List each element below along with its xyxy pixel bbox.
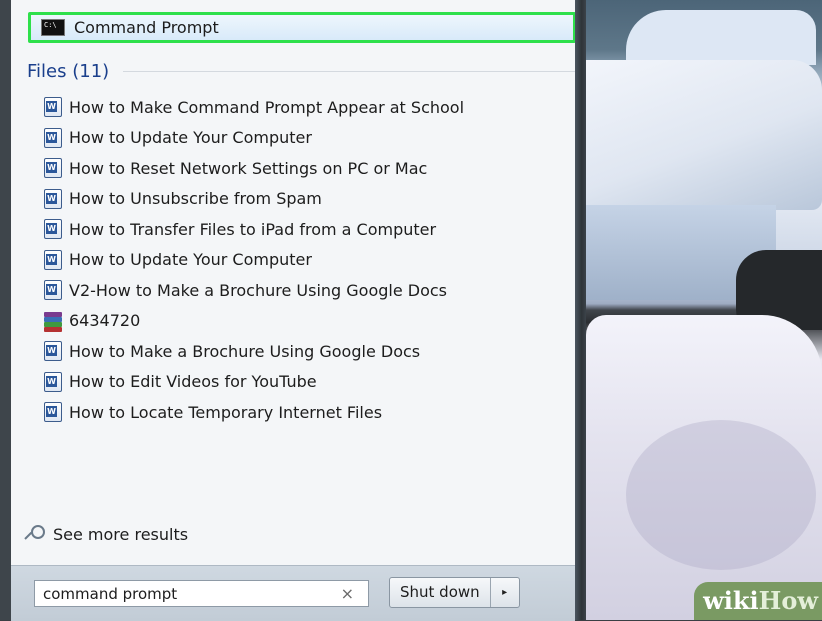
see-more-results-link[interactable]: See more results <box>24 524 189 544</box>
file-result-item[interactable]: How to Update Your Computer <box>44 123 564 154</box>
search-input[interactable] <box>43 584 313 603</box>
file-result-label: How to Make a Brochure Using Google Docs <box>69 341 421 361</box>
file-result-label: How to Unsubscribe from Spam <box>69 189 322 209</box>
wikihow-watermark: wikiHow <box>694 582 822 620</box>
archive-icon <box>44 311 62 332</box>
word-document-icon <box>44 158 62 179</box>
file-result-item[interactable]: V2-How to Make a Brochure Using Google D… <box>44 275 564 306</box>
command-prompt-result[interactable]: Command Prompt <box>28 12 576 43</box>
file-result-item[interactable]: How to Reset Network Settings on PC or M… <box>44 153 564 184</box>
file-result-item[interactable]: How to Unsubscribe from Spam <box>44 184 564 215</box>
search-box[interactable]: × <box>34 580 369 607</box>
file-result-label: V2-How to Make a Brochure Using Google D… <box>69 280 448 300</box>
files-section-title: Files (11) <box>27 60 110 82</box>
word-document-icon <box>44 219 62 240</box>
file-result-label: How to Update Your Computer <box>69 250 312 270</box>
word-document-icon <box>44 97 62 118</box>
word-document-icon <box>44 127 62 148</box>
file-result-label: How to Edit Videos for YouTube <box>69 372 317 392</box>
file-result-item[interactable]: How to Locate Temporary Internet Files <box>44 397 564 428</box>
word-document-icon <box>44 402 62 423</box>
shutdown-button-group: Shut down ▸ <box>389 577 520 608</box>
start-menu-left-frame <box>0 0 11 620</box>
file-result-item[interactable]: How to Make Command Prompt Appear at Sch… <box>44 92 564 123</box>
word-document-icon <box>44 249 62 270</box>
file-result-label: How to Reset Network Settings on PC or M… <box>69 158 428 178</box>
files-list: How to Make Command Prompt Appear at Sch… <box>44 92 564 428</box>
file-result-item[interactable]: How to Make a Brochure Using Google Docs <box>44 336 564 367</box>
section-divider-line <box>123 70 575 72</box>
clear-search-icon[interactable]: × <box>341 584 354 603</box>
file-result-item[interactable]: 6434720 <box>44 306 564 337</box>
search-icon <box>24 524 45 544</box>
word-document-icon <box>44 280 62 301</box>
file-result-label: How to Make Command Prompt Appear at Sch… <box>69 97 465 117</box>
shutdown-button[interactable]: Shut down <box>390 578 491 607</box>
watermark-part1: wiki <box>703 586 759 615</box>
command-prompt-icon <box>41 19 65 36</box>
watermark-part2: How <box>758 586 818 615</box>
word-document-icon <box>44 371 62 392</box>
files-section-header[interactable]: Files (11) <box>27 58 575 84</box>
file-result-item[interactable]: How to Update Your Computer <box>44 245 564 276</box>
file-result-label: 6434720 <box>69 311 141 331</box>
start-menu-right-edge <box>575 0 586 620</box>
file-result-label: How to Transfer Files to iPad from a Com… <box>69 219 437 239</box>
desktop-wallpaper: wikiHow <box>586 0 822 620</box>
see-more-results-label: See more results <box>53 524 189 544</box>
file-result-label: How to Update Your Computer <box>69 128 312 148</box>
shutdown-options-arrow-icon[interactable]: ▸ <box>491 578 519 607</box>
file-result-item[interactable]: How to Edit Videos for YouTube <box>44 367 564 398</box>
file-result-item[interactable]: How to Transfer Files to iPad from a Com… <box>44 214 564 245</box>
start-menu-bottom-bar: × Shut down ▸ <box>11 565 575 621</box>
word-document-icon <box>44 341 62 362</box>
command-prompt-label: Command Prompt <box>74 18 219 37</box>
word-document-icon <box>44 188 62 209</box>
file-result-label: How to Locate Temporary Internet Files <box>69 402 383 422</box>
